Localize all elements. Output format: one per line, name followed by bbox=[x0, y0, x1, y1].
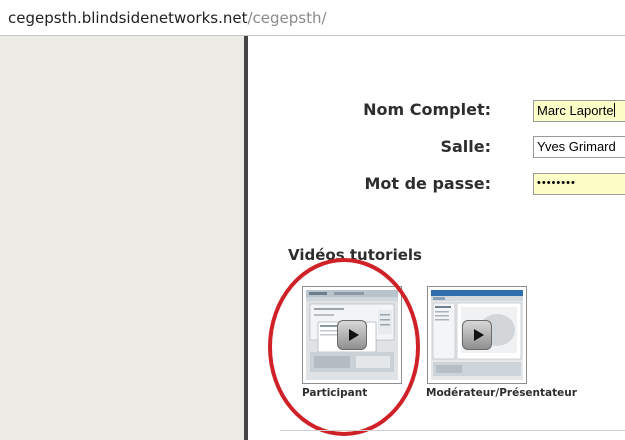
password-label: Mot de passe: bbox=[364, 174, 491, 193]
moderator-video-label[interactable]: Modérateur/Présentateur bbox=[426, 387, 577, 399]
moderator-video-card[interactable] bbox=[427, 286, 527, 384]
room-input[interactable]: Yves Grimard bbox=[533, 136, 625, 158]
play-icon[interactable] bbox=[462, 320, 492, 350]
address-bar[interactable]: cegepsth.blindsidenetworks.net/cegepsth/ bbox=[0, 0, 625, 36]
room-label: Salle: bbox=[440, 137, 491, 156]
section-divider bbox=[280, 430, 625, 431]
text-caret bbox=[613, 103, 615, 117]
room-value: Yves Grimard bbox=[537, 139, 616, 154]
left-panel bbox=[0, 36, 244, 440]
participant-video-label[interactable]: Participant bbox=[302, 387, 367, 399]
participant-video-card[interactable] bbox=[302, 286, 402, 384]
moderator-video-thumbnail bbox=[431, 290, 523, 380]
url-path: /cegepsth/ bbox=[247, 9, 327, 27]
login-form: Nom Complet: Marc Laporte Salle: Yves Gr… bbox=[248, 36, 625, 440]
participant-video-thumbnail bbox=[306, 290, 398, 380]
password-value: •••••••• bbox=[537, 177, 576, 189]
tutorial-videos-title: Vidéos tutoriels bbox=[288, 246, 422, 264]
page: cegepsth.blindsidenetworks.net/cegepsth/… bbox=[0, 0, 625, 440]
url-host: cegepsth.blindsidenetworks.net bbox=[8, 9, 248, 27]
full-name-input[interactable]: Marc Laporte bbox=[533, 100, 625, 122]
full-name-value: Marc Laporte bbox=[537, 103, 614, 118]
url-text[interactable]: cegepsth.blindsidenetworks.net/cegepsth/ bbox=[8, 9, 327, 27]
full-name-label: Nom Complet: bbox=[363, 100, 491, 119]
password-input[interactable]: •••••••• bbox=[533, 173, 625, 195]
play-icon[interactable] bbox=[337, 320, 367, 350]
